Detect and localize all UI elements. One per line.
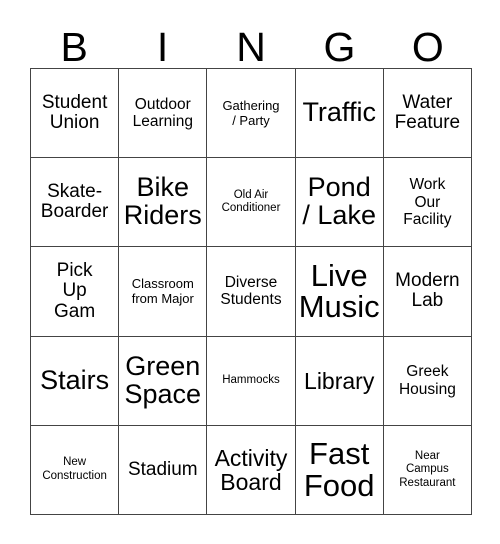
bingo-cell[interactable]: Greek Housing <box>383 336 472 426</box>
bingo-cell-label: Work Our Facility <box>403 176 452 228</box>
bingo-header-letter-i: I <box>156 24 169 70</box>
bingo-header-letter-g: G <box>323 24 356 70</box>
bingo-cell[interactable]: Student Union <box>31 69 120 159</box>
bingo-cell[interactable]: Near Campus Restaurant <box>383 425 472 515</box>
bingo-cell-label: Diverse Students <box>220 274 282 309</box>
bingo-cell-label: Live Music <box>298 257 380 325</box>
bingo-cell[interactable]: Classroom from Major <box>119 247 208 337</box>
bingo-cell-label: Near Campus Restaurant <box>399 449 456 489</box>
bingo-cell-label: Classroom from Major <box>131 276 194 307</box>
bingo-cell[interactable]: Diverse Students <box>207 247 296 337</box>
bingo-cell-label: Stairs <box>40 364 110 395</box>
bingo-cell-label: Hammocks <box>222 373 280 386</box>
bingo-cell-label: Library <box>304 367 375 394</box>
bingo-cell-label: Old Air Conditioner <box>221 188 281 215</box>
bingo-header-letter-n: N <box>236 24 266 70</box>
bingo-cell-label: Pick Up Gam <box>54 259 96 322</box>
bingo-cell-label: Greek Housing <box>398 363 456 398</box>
bingo-card: B I N G O Student Union Outdoor Learning… <box>0 0 500 544</box>
bingo-cell[interactable]: New Construction <box>31 425 120 515</box>
bingo-cell-label: Activity Board <box>214 444 288 495</box>
bingo-cell[interactable]: Activity Board <box>207 425 296 515</box>
bingo-cell[interactable]: Hammocks <box>207 336 296 426</box>
bingo-cell-label: Pond / Lake <box>302 172 376 231</box>
bingo-cell[interactable]: Fast Food <box>295 425 384 515</box>
bingo-cell[interactable]: Skate- Boarder <box>31 158 120 248</box>
bingo-cell[interactable]: Gathering / Party <box>207 69 296 159</box>
bingo-cell[interactable]: Traffic <box>295 69 384 159</box>
bingo-cell-label: Fast Food <box>303 436 375 503</box>
bingo-cell[interactable]: Pond / Lake <box>295 158 384 248</box>
bingo-cell[interactable]: Bike Riders <box>119 158 208 248</box>
bingo-grid: Student Union Outdoor Learning Gathering… <box>30 68 472 515</box>
bingo-header-letter-o: O <box>411 24 444 70</box>
bingo-cell[interactable]: Work Our Facility <box>383 158 472 248</box>
bingo-cell-label: Stadium <box>127 458 198 480</box>
bingo-cell[interactable]: Water Feature <box>383 69 472 159</box>
bingo-cell-label: New Construction <box>42 456 107 482</box>
bingo-cell[interactable]: Old Air Conditioner <box>207 158 296 248</box>
bingo-cell-label: Outdoor Learning <box>132 95 193 131</box>
bingo-cell[interactable]: Live Music <box>295 247 384 337</box>
bingo-cell[interactable]: Green Space <box>119 336 208 426</box>
bingo-cell[interactable]: Pick Up Gam <box>31 247 120 337</box>
bingo-cell-label: Water Feature <box>394 91 461 134</box>
bingo-cell[interactable]: Modern Lab <box>383 247 472 337</box>
bingo-cell-label: Student Union <box>41 91 108 134</box>
bingo-cell-label: Skate- Boarder <box>40 180 109 223</box>
bingo-cell-label: Modern Lab <box>395 269 460 312</box>
bingo-cell[interactable]: Stadium <box>119 425 208 515</box>
bingo-cell[interactable]: Stairs <box>31 336 120 426</box>
bingo-header-row: B I N G O <box>30 18 472 68</box>
bingo-cell-label: Green Space <box>124 350 202 409</box>
bingo-cell-label: Gathering / Party <box>222 98 280 129</box>
bingo-cell[interactable]: Library <box>295 336 384 426</box>
bingo-cell-label: Traffic <box>302 97 376 128</box>
bingo-cell-label: Bike Riders <box>123 172 202 231</box>
bingo-cell[interactable]: Outdoor Learning <box>119 69 208 159</box>
bingo-header-letter-b: B <box>60 24 88 70</box>
